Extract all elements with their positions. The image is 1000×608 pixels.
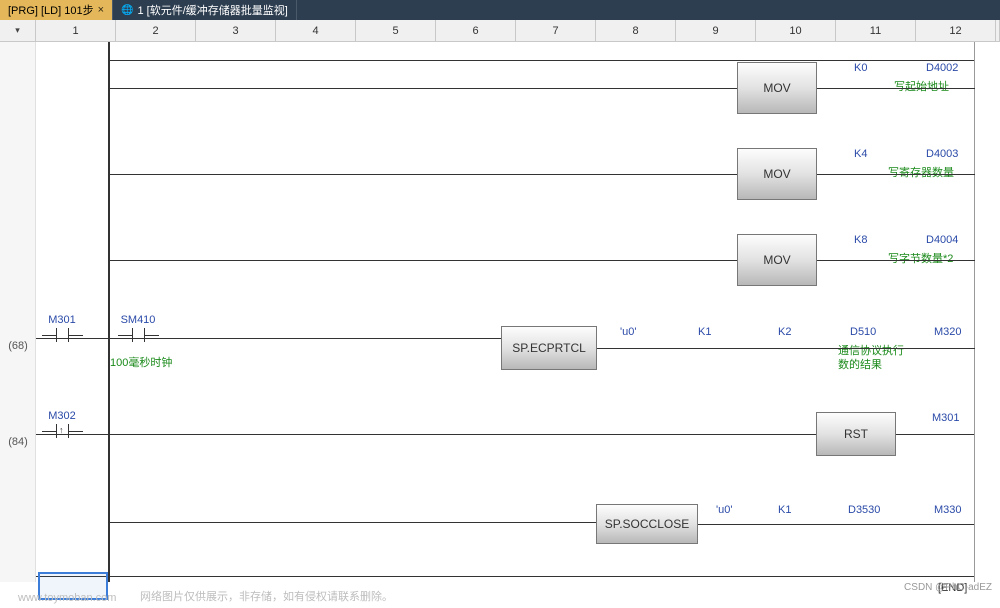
operand: D4002 (926, 62, 958, 74)
operand: D510 (850, 326, 876, 338)
instruction-mov[interactable]: MOV (737, 234, 817, 286)
operand: K4 (854, 148, 867, 160)
corner-watermark: CSDN @PhC-adEZ (904, 582, 992, 593)
ruler-col: 4 (276, 20, 356, 41)
tab-label: [PRG] [LD] 101步 (8, 2, 94, 18)
step-number: (84) (0, 436, 36, 448)
step-number: (68) (0, 340, 36, 352)
operand: K1 (698, 326, 711, 338)
contact-comment: 100毫秒时钟 (110, 354, 172, 370)
footer-note: 网络图片仅供展示，非存储，如有侵权请联系删除。 (140, 588, 393, 604)
contact-label: M301 (48, 314, 76, 326)
operand: M330 (934, 504, 962, 516)
column-ruler: ▾ 1 2 3 4 5 6 7 8 9 10 11 12 (0, 20, 1000, 42)
ladder-editor[interactable]: MOV K0 D4002 写起始地址 MOV K4 D4003 写寄存器数量 M… (0, 42, 1000, 582)
comment: 数的结果 (838, 356, 882, 372)
tab-label: 1 [软元件/缓冲存储器批量监视] (137, 2, 287, 18)
ruler-dropdown[interactable]: ▾ (0, 20, 36, 41)
operand: D4003 (926, 148, 958, 160)
ruler-col: 10 (756, 20, 836, 41)
globe-icon (121, 4, 133, 16)
step-gutter (0, 42, 36, 582)
contact-m301[interactable]: M301 (42, 314, 82, 342)
tab-monitor[interactable]: 1 [软元件/缓冲存储器批量监视] (113, 0, 297, 20)
operand: K2 (778, 326, 791, 338)
ruler-col: 8 (596, 20, 676, 41)
operand: K1 (778, 504, 791, 516)
operand: K0 (854, 62, 867, 74)
ruler-col: 1 (36, 20, 116, 41)
ruler-col: 11 (836, 20, 916, 41)
operand: 'u0' (716, 504, 732, 516)
operand: D3530 (848, 504, 880, 516)
instruction-ecprtcl[interactable]: SP.ECPRTCL (501, 326, 597, 370)
ruler-col: 3 (196, 20, 276, 41)
comment: 写起始地址 (894, 78, 949, 94)
ruler-col: 2 (116, 20, 196, 41)
tab-program[interactable]: [PRG] [LD] 101步 × (0, 0, 113, 20)
ruler-col: 7 (516, 20, 596, 41)
ruler-col: 9 (676, 20, 756, 41)
tab-bar: [PRG] [LD] 101步 × 1 [软元件/缓冲存储器批量监视] (0, 0, 1000, 20)
ruler-col: 5 (356, 20, 436, 41)
operand: M301 (932, 412, 960, 424)
operand: 'u0' (620, 326, 636, 338)
contact-m302-pulse[interactable]: M302 ↑ (42, 410, 82, 438)
contact-label: SM410 (121, 314, 156, 326)
site-watermark: www.toymoban.com (18, 592, 116, 604)
operand: D4004 (926, 234, 958, 246)
ruler-col: 12 (916, 20, 996, 41)
comment: 写字节数量*2 (888, 250, 953, 266)
ruler-col: 6 (436, 20, 516, 41)
instruction-mov[interactable]: MOV (737, 148, 817, 200)
contact-label: M302 (48, 410, 76, 422)
instruction-socclose[interactable]: SP.SOCCLOSE (596, 504, 698, 544)
right-rail (974, 42, 975, 582)
close-icon[interactable]: × (98, 4, 104, 16)
comment: 写寄存器数量 (888, 164, 954, 180)
instruction-rst[interactable]: RST (816, 412, 896, 456)
operand: K8 (854, 234, 867, 246)
contact-sm410[interactable]: SM410 (118, 314, 158, 342)
operand: M320 (934, 326, 962, 338)
instruction-mov[interactable]: MOV (737, 62, 817, 114)
